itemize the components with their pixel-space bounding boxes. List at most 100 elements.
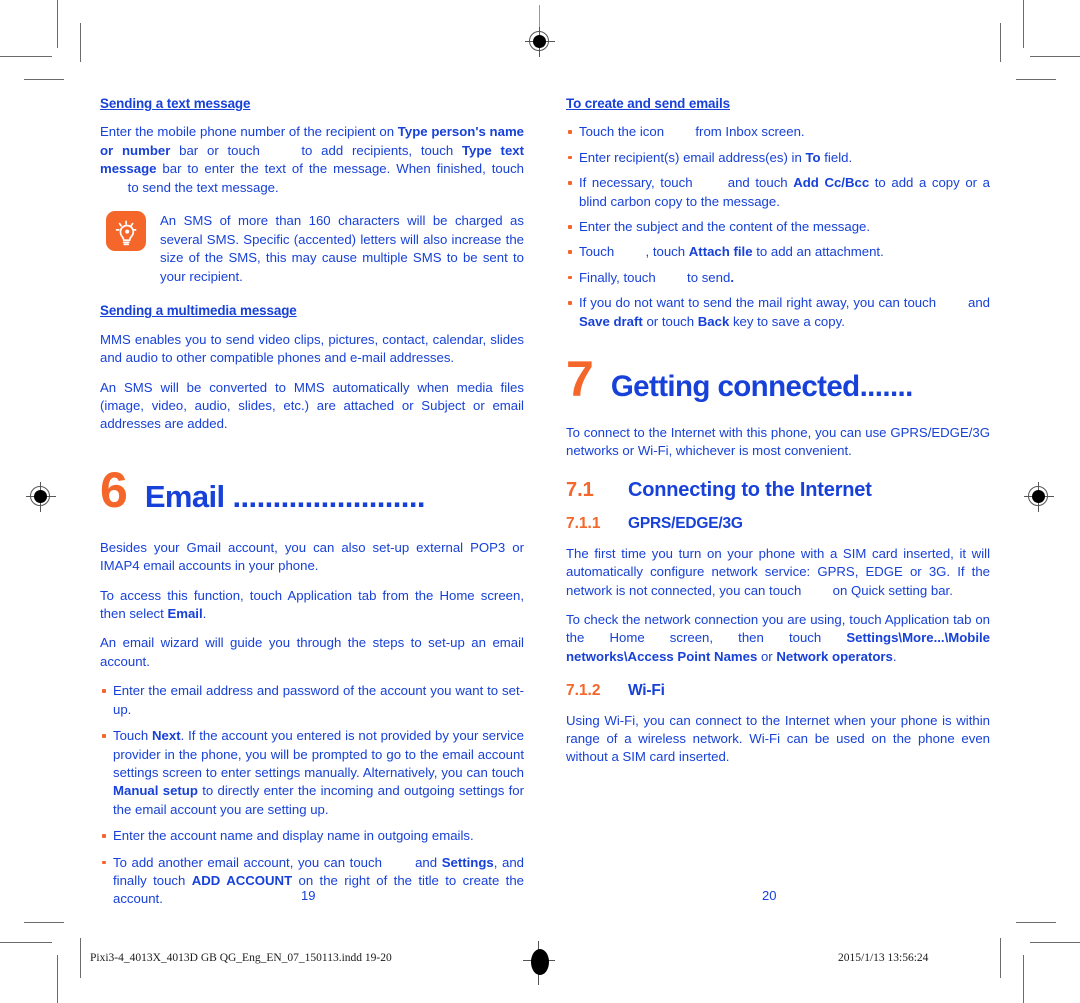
- text-run: to add recipients, touch: [292, 142, 462, 158]
- text-run: .: [892, 648, 897, 664]
- list-item: Finally, touch to send.: [566, 269, 990, 287]
- tip-text: An SMS of more than 160 characters will …: [160, 213, 524, 284]
- text-run: Enter the mobile phone number of the rec…: [100, 124, 398, 140]
- paragraph-gprs-check-network: To check the network connection you are …: [566, 611, 990, 666]
- bold-run: Save draft: [579, 313, 643, 329]
- crop-mark-top-left-inner-horizontal: [24, 79, 64, 80]
- registration-mark-left: [26, 482, 56, 512]
- heading-create-send-emails: To create and send emails: [566, 96, 730, 111]
- list-item: If you do not want to send the mail righ…: [566, 294, 990, 331]
- text-run: or: [757, 648, 777, 664]
- heading-sending-multimedia-message: Sending a multimedia message: [100, 303, 297, 319]
- text-run: To access this function, touch Applicati…: [100, 587, 524, 622]
- crop-mark-bottom-right-horizontal: [1030, 942, 1080, 943]
- chapter-title: Email ........................: [144, 478, 426, 514]
- heading-sending-text-message: Sending a text message: [100, 96, 251, 111]
- section-heading-7-1-1: 7.1.1 GPRS/EDGE/3G: [566, 515, 990, 533]
- crop-mark-top-left-inner-vertical: [80, 23, 81, 62]
- footer-filename: Pixi3-4_4013X_4013D GB QG_Eng_EN_07_1501…: [90, 952, 392, 964]
- chapter-number: 6: [100, 461, 128, 518]
- crop-mark-bottom-left-horizontal: [0, 942, 52, 943]
- bold-run: Network operators: [776, 648, 893, 664]
- crop-mark-top-left-horizontal: [0, 56, 52, 57]
- paragraph-gprs-first-time: The first time you turn on your phone wi…: [566, 545, 990, 600]
- text-run: Touch: [113, 728, 153, 744]
- left-page-column: Sending a text message Enter the mobile …: [100, 95, 524, 917]
- crop-mark-top-left-vertical: [57, 0, 58, 48]
- bold-run: Manual setup: [113, 783, 198, 799]
- bold-run: Email: [167, 606, 203, 622]
- crop-mark-bottom-right-vertical: [1000, 938, 1001, 978]
- crop-mark-bottom-left-vertical: [80, 938, 81, 978]
- text-run: Enter the account name and display name …: [113, 828, 474, 844]
- section-title: GPRS/EDGE/3G: [628, 515, 743, 533]
- list-item: Touch Next. If the account you entered i…: [100, 727, 524, 819]
- chapter-title: Getting connected.......: [610, 370, 914, 404]
- list-item: Enter the account name and display name …: [100, 827, 524, 845]
- crop-mark-top-right-horizontal: [1030, 56, 1080, 57]
- text-run: and: [964, 295, 990, 311]
- text-run: bar to enter the text of the message. Wh…: [156, 161, 524, 177]
- paragraph-email-access: To access this function, touch Applicati…: [100, 587, 524, 624]
- paragraph-email-wizard: An email wizard will guide you through t…: [100, 635, 524, 669]
- registration-mark-right: [1024, 482, 1054, 512]
- text-run: Enter recipient(s) email address(es) in: [579, 149, 806, 165]
- bold-run: .: [730, 269, 734, 285]
- bold-run: ADD ACCOUNT: [191, 872, 293, 888]
- text-run: from Inbox screen.: [691, 124, 805, 140]
- printed-page-spread: Sending a text message Enter the mobile …: [0, 0, 1080, 1003]
- page-number-left: 19: [301, 888, 316, 903]
- text-run: , touch: [641, 244, 689, 260]
- text-run: on Quick setting bar.: [829, 582, 953, 598]
- text-run: key to save a copy.: [729, 313, 845, 329]
- text-run: If necessary, touch: [579, 175, 699, 191]
- bold-run: Attach file: [688, 244, 753, 260]
- section-heading-7-1: 7.1 Connecting to the Internet: [566, 478, 990, 501]
- chapter-number: 7: [566, 351, 594, 408]
- paragraph-mms-capabilities: MMS enables you to send video clips, pic…: [100, 331, 524, 366]
- text-run: To add another email account, you can to…: [113, 854, 387, 870]
- section-title: Wi-Fi: [628, 682, 665, 700]
- text-run: Enter the email address and password of …: [113, 683, 524, 717]
- email-setup-bullet-list: Enter the email address and password of …: [100, 682, 524, 908]
- list-item: Enter the email address and password of …: [100, 682, 524, 719]
- section-number: 7.1.1: [566, 515, 601, 533]
- text-run: field.: [820, 149, 853, 165]
- paragraph-send-text-message: Enter the mobile phone number of the rec…: [100, 123, 524, 197]
- text-run: to send: [683, 269, 731, 285]
- list-item: If necessary, touch and touch Add Cc/Bcc…: [566, 174, 990, 211]
- registration-mark-footer: [523, 941, 555, 985]
- registration-mark-top: [525, 5, 555, 57]
- text-run: Touch the icon: [579, 124, 668, 140]
- section-title: Connecting to the Internet: [628, 478, 872, 501]
- chapter-heading-email: 6 Email ........................: [100, 461, 524, 518]
- text-run: Touch: [579, 244, 618, 260]
- bold-run: Add Cc/Bcc: [793, 175, 870, 191]
- text-run: and: [410, 854, 442, 870]
- text-run: or touch: [642, 313, 698, 329]
- paragraph-wifi: Using Wi-Fi, you can connect to the Inte…: [566, 712, 990, 765]
- text-run: to add an attachment.: [752, 244, 884, 260]
- paragraph-email-intro: Besides your Gmail account, you can also…: [100, 539, 524, 574]
- list-item: Touch the icon from Inbox screen.: [566, 123, 990, 141]
- paragraph-connect-intro: To connect to the Internet with this pho…: [566, 425, 990, 459]
- text-run: If you do not want to send the mail righ…: [579, 295, 941, 311]
- crop-mark-bottom-left-inner-vertical: [57, 955, 58, 1003]
- chapter-heading-getting-connected: 7 Getting connected.......: [566, 351, 990, 408]
- text-run: Finally, touch: [579, 269, 660, 285]
- bold-run: Back: [697, 313, 730, 329]
- text-run: and touch: [722, 175, 794, 191]
- footer-timestamp: 2015/1/13 13:56:24: [838, 952, 929, 964]
- page-number-right: 20: [762, 888, 777, 903]
- crop-mark-bottom-left-inner-horizontal: [24, 922, 64, 923]
- text-run: bar or touch: [170, 142, 269, 158]
- crop-mark-top-right-inner-horizontal: [1016, 79, 1056, 80]
- list-item: Enter the subject and the content of the…: [566, 218, 990, 236]
- bold-run: To: [805, 149, 821, 165]
- section-number: 7.1: [566, 478, 594, 501]
- text-run: to send the text message.: [124, 179, 279, 195]
- crop-mark-bottom-right-inner-horizontal: [1016, 922, 1056, 923]
- create-emails-bullet-list: Touch the icon from Inbox screen. Enter …: [566, 123, 990, 331]
- right-page-column: To create and send emails Touch the icon…: [566, 95, 990, 767]
- section-number: 7.1.2: [566, 682, 601, 700]
